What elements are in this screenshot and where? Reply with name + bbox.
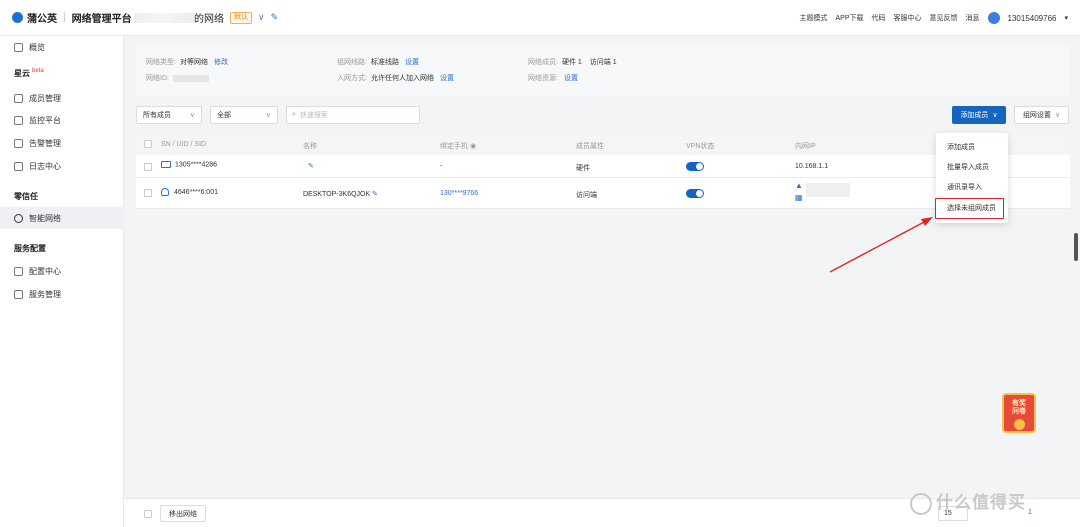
- footer-select-all-checkbox[interactable]: [144, 510, 152, 518]
- annotation-arrow: [829, 217, 933, 273]
- current-page[interactable]: 1: [1028, 509, 1032, 516]
- remove-from-network-button[interactable]: 移出网络: [160, 505, 206, 522]
- promo-text: 问卷: [1012, 408, 1026, 415]
- watermark-text: 什么值得买: [936, 493, 1026, 512]
- coin-icon: [1013, 419, 1025, 430]
- survey-promo-badge[interactable]: 有奖 问卷: [1002, 393, 1036, 433]
- watermark: 什么值得买: [910, 488, 1026, 515]
- promo-text: 有奖: [1012, 400, 1026, 407]
- page-scrollbar[interactable]: [1074, 233, 1078, 261]
- watermark-logo-icon: [910, 492, 932, 515]
